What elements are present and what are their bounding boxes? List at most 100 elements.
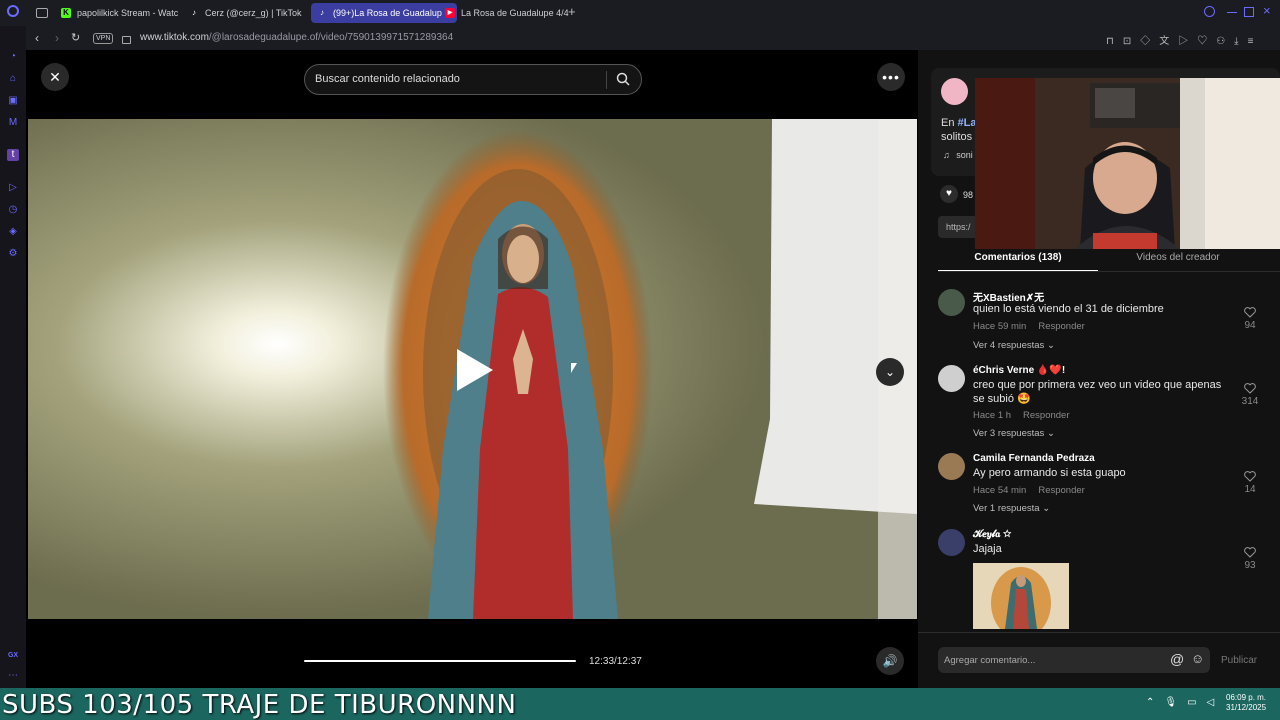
maximize-icon[interactable]	[1244, 7, 1254, 17]
comment-username[interactable]: Camila Fernanda Pedraza	[973, 453, 1095, 464]
menu-icon[interactable]: ≡	[1248, 36, 1263, 47]
reply-button[interactable]: Responder	[1023, 410, 1069, 421]
url-field[interactable]: www.tiktok.com/@larosadeguadalupe.of/vid…	[140, 32, 453, 43]
publish-button[interactable]: Publicar	[1221, 655, 1257, 666]
opera-logo-icon[interactable]	[7, 5, 19, 17]
comment-like-button[interactable]: 314	[1238, 383, 1262, 407]
network-icon[interactable]: ▭	[1187, 697, 1206, 708]
lock-icon[interactable]	[122, 36, 131, 44]
messenger-icon[interactable]: ▣	[7, 95, 19, 107]
comment-username[interactable]: 𝓚𝒆𝒚𝓵𝒂 ☆	[973, 529, 1011, 540]
send-icon[interactable]: ▷	[1178, 36, 1197, 47]
close-icon: ✕	[49, 69, 61, 85]
comment-input[interactable]: Agregar comentario... @ ☺	[938, 647, 1210, 673]
comment-item: éChris Verne 🩸❤️! creo que por primera v…	[938, 365, 1268, 450]
workspaces-icon[interactable]	[36, 8, 48, 18]
reply-button[interactable]: Responder	[1038, 485, 1084, 496]
tab-comments[interactable]: Comentarios (138)	[938, 250, 1098, 272]
mention-icon[interactable]: @	[1170, 651, 1184, 667]
comment-like-button[interactable]: 93	[1238, 547, 1262, 571]
music-row[interactable]: ♫ soni	[943, 150, 973, 160]
tab-youtube[interactable]: ▶ La Rosa de Guadalupe 4/4	[439, 3, 581, 23]
search-placeholder: Buscar contenido relacionado	[315, 73, 460, 85]
comment-time: Hace 54 min	[973, 485, 1027, 496]
comment-like-count: 94	[1244, 320, 1256, 331]
tab-tiktok-profile[interactable]: ♪ Cerz (@cerz_g) | TikTok	[183, 3, 323, 23]
comment-avatar[interactable]	[938, 289, 965, 316]
extensions-icon[interactable]: ◈	[7, 226, 19, 238]
tab-creator-videos[interactable]: Videos del creador	[1098, 250, 1258, 270]
view-replies-button[interactable]: Ver 4 respuestas ⌄	[973, 340, 1055, 351]
heart-icon[interactable]: ♡	[1197, 36, 1216, 47]
history-icon[interactable]: ◷	[7, 204, 19, 216]
view-replies-label: Ver 4 respuestas	[973, 340, 1045, 351]
comment-username[interactable]: éChris Verne 🩸❤️!	[973, 365, 1065, 376]
next-video-button[interactable]: ⌄	[876, 358, 904, 386]
comment-item: Camila Fernanda Pedraza Ay pero armando …	[938, 453, 1268, 523]
settings-icon[interactable]: ⚙	[7, 248, 19, 260]
translate-icon[interactable]: 文	[1159, 36, 1178, 47]
gx-icon[interactable]: GX	[7, 650, 19, 662]
tab-kick[interactable]: K papolilkick Stream - Watc	[55, 3, 195, 23]
comment-avatar[interactable]	[938, 365, 965, 392]
comment-like-button[interactable]: 94	[1238, 307, 1262, 331]
new-tab-button[interactable]: +	[568, 5, 576, 19]
chevron-down-icon: ⌄	[1046, 340, 1055, 351]
back-icon[interactable]: ‹	[35, 31, 39, 45]
progress-bar[interactable]	[304, 660, 576, 662]
view-replies-button[interactable]: Ver 1 respuesta ⌄	[973, 503, 1050, 514]
bag-icon[interactable]: ⌂	[7, 73, 19, 85]
comment-image[interactable]	[973, 563, 1069, 629]
time-display: 12:33/12:37	[589, 656, 642, 667]
snapshot-icon[interactable]: ⊡	[1123, 36, 1140, 47]
more-options-button[interactable]: •••	[877, 63, 905, 91]
microphone-icon[interactable]: 🎙	[1164, 697, 1187, 708]
tab-label: La Rosa de Guadalupe 4/4	[461, 8, 569, 18]
player-icon[interactable]: ▷	[7, 182, 19, 194]
view-replies-button[interactable]: Ver 3 respuestas ⌄	[973, 428, 1055, 439]
close-button[interactable]: ✕	[41, 63, 69, 91]
chevron-up-icon[interactable]: ⌃	[1146, 697, 1164, 708]
tab-label: papolilkick Stream - Watc	[77, 8, 179, 18]
hashtag-link[interactable]: #La	[958, 117, 977, 129]
forward-icon[interactable]: ›	[55, 31, 59, 45]
tiktok-icon: ♪	[320, 8, 324, 17]
more-icon[interactable]: ⋯	[7, 670, 19, 682]
shield-icon[interactable]: ◇	[1140, 36, 1159, 47]
creator-avatar[interactable]	[941, 78, 968, 105]
related-search-input[interactable]: Buscar contenido relacionado	[304, 64, 642, 95]
comment-avatar[interactable]	[938, 453, 965, 480]
emoji-icon[interactable]: ☺	[1191, 651, 1204, 666]
music-title: soni	[956, 150, 973, 160]
chevron-down-icon: ⌄	[884, 365, 896, 379]
chevron-down-icon: ⌄	[1046, 428, 1055, 439]
comment-like-button[interactable]: 14	[1238, 471, 1262, 495]
twitch-icon[interactable]: t	[7, 149, 19, 161]
search-tabs-icon[interactable]	[1204, 6, 1215, 17]
comment-input-divider	[918, 632, 1280, 633]
play-icon[interactable]	[457, 349, 493, 391]
comment-meta: Hace 1 h Responder	[973, 410, 1070, 421]
minimize-icon[interactable]	[1227, 12, 1237, 13]
aria-icon[interactable]: ◔	[7, 51, 19, 63]
comment-item: 𝓚𝒆𝒚𝓵𝒂 ☆ Jajaja 93	[938, 529, 1268, 629]
vpn-badge[interactable]: VPN	[93, 33, 114, 44]
comment-avatar[interactable]	[938, 529, 965, 556]
account-icon[interactable]: ⚇	[1216, 36, 1234, 47]
like-count: 98	[963, 190, 974, 200]
video-player[interactable]	[28, 119, 917, 619]
mail-icon[interactable]: M	[7, 117, 19, 129]
webcam-frame	[975, 78, 1280, 249]
volume-button[interactable]: 🔊	[876, 647, 904, 675]
like-count-button[interactable]: ♥	[940, 185, 958, 203]
reply-button[interactable]: Responder	[1038, 321, 1084, 332]
download-icon[interactable]: ⤓	[1234, 36, 1247, 47]
reload-icon[interactable]: ↻	[71, 31, 80, 44]
search-icon[interactable]	[616, 72, 630, 86]
pin-icon[interactable]: ⊓	[1106, 36, 1123, 47]
taskbar-clock[interactable]: 06:09 p. m. 31/12/2025	[1226, 693, 1266, 713]
tab-tiktok-video[interactable]: ♪ (99+)La Rosa de Guadalup	[311, 3, 457, 23]
close-window-icon[interactable]: ×	[1263, 3, 1271, 19]
volume-icon[interactable]: ◁	[1207, 697, 1225, 708]
stream-ticker: SUBS 103/105 TRAJE DE TIBURONNNN	[2, 690, 517, 720]
